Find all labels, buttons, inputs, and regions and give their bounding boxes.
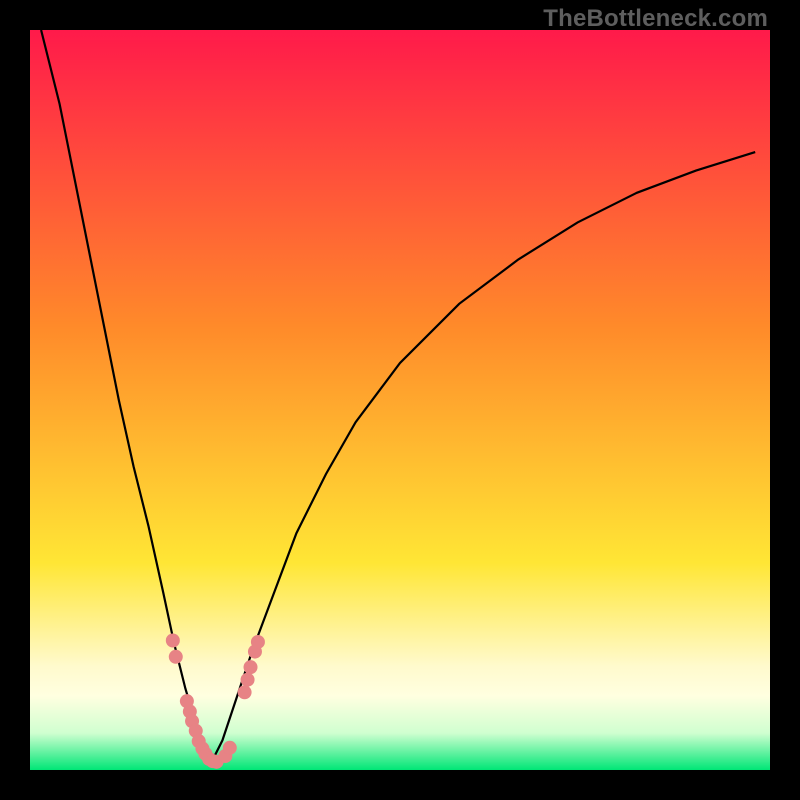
data-marker [166,634,180,648]
data-marker [251,635,265,649]
data-markers [166,634,265,769]
data-marker [223,741,237,755]
chart-plot-area [30,30,770,770]
data-marker [241,673,255,687]
right-branch-curve [211,152,755,763]
data-marker [169,650,183,664]
watermark-text: TheBottleneck.com [543,5,768,33]
left-branch-curve [41,30,211,763]
data-marker [238,685,252,699]
data-marker [244,660,258,674]
chart-frame [30,30,770,770]
